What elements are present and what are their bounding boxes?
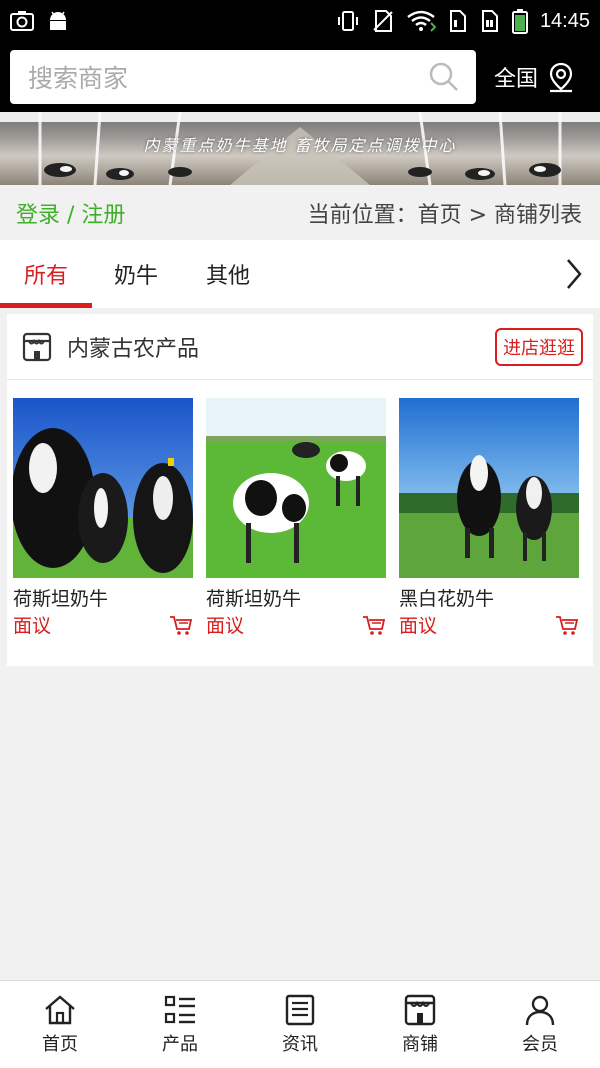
region-label: 全国: [494, 67, 539, 92]
bottom-nav: 首页 产品 资讯 商铺 会员: [0, 980, 600, 1068]
nav-label: 商铺: [402, 1033, 438, 1055]
product-card[interactable]: 荷斯坦奶牛 面议: [206, 398, 386, 638]
nav-stores[interactable]: 商铺: [360, 981, 480, 1068]
product-name: 荷斯坦奶牛: [206, 588, 302, 610]
login-register-link[interactable]: 登录 / 注册: [16, 197, 125, 229]
nav-label: 资讯: [282, 1033, 318, 1055]
store-icon: [404, 994, 436, 1025]
nav-home[interactable]: 首页: [0, 981, 120, 1068]
category-tabs: 所有 奶牛 其他: [0, 240, 600, 308]
wifi-icon: [407, 10, 436, 32]
user-icon: [525, 995, 555, 1025]
location-pin-icon: [549, 62, 573, 93]
tab-all[interactable]: 所有: [0, 240, 92, 308]
store-card: 内蒙古农产品 进店逛逛 荷斯坦奶牛 面议 荷斯坦奶牛 面议 黑白花奶牛 面议: [7, 314, 593, 666]
search-icon[interactable]: [428, 61, 460, 93]
breadcrumb: 当前位置：首页 > 商铺列表: [307, 202, 582, 228]
product-price: 面议: [13, 615, 52, 637]
tab-dairy-cow[interactable]: 奶牛: [92, 240, 180, 308]
store-icon: [22, 332, 52, 361]
product-footer: 面议: [206, 611, 386, 638]
nav-products[interactable]: 产品: [120, 981, 240, 1068]
product-footer: 面议: [399, 611, 579, 638]
product-name: 黑白花奶牛: [399, 588, 495, 610]
breadcrumb-bar: 登录 / 注册 当前位置：首页 > 商铺列表: [0, 185, 600, 240]
tabs-more-button[interactable]: [548, 240, 600, 308]
no-sim-icon: [373, 10, 393, 32]
nav-label: 首页: [42, 1033, 78, 1055]
enter-store-button[interactable]: 进店逛逛: [495, 327, 583, 366]
product-name: 荷斯坦奶牛: [13, 588, 109, 610]
chevron-right-icon: [567, 259, 582, 289]
camera-icon: [10, 11, 34, 31]
news-icon: [285, 994, 315, 1025]
promo-banner[interactable]: 内蒙重点奶牛基地 畜牧局定点调拨中心: [0, 112, 600, 185]
product-footer: 面议: [13, 611, 193, 638]
search-input[interactable]: 搜索商家: [10, 50, 476, 104]
search-placeholder: 搜索商家: [28, 64, 129, 93]
nav-label: 会员: [522, 1033, 558, 1055]
cart-icon[interactable]: [362, 614, 386, 636]
cart-icon[interactable]: [555, 614, 579, 636]
cart-icon[interactable]: [169, 614, 193, 636]
product-image[interactable]: [399, 398, 579, 578]
product-image[interactable]: [206, 398, 386, 578]
product-card[interactable]: 荷斯坦奶牛 面议: [13, 398, 193, 638]
clock: 14:45: [539, 9, 590, 32]
home-icon: [45, 994, 75, 1024]
tab-label: 所有: [23, 264, 68, 289]
tab-other[interactable]: 其他: [180, 240, 276, 308]
store-header: 内蒙古农产品 进店逛逛: [7, 314, 593, 380]
product-list: 荷斯坦奶牛 面议 荷斯坦奶牛 面议 黑白花奶牛 面议: [7, 380, 593, 638]
status-left: [10, 10, 70, 32]
list-icon: [164, 995, 195, 1023]
vibrate-icon: [337, 11, 358, 31]
tab-label: 奶牛: [113, 264, 158, 289]
nav-member[interactable]: 会员: [480, 981, 600, 1068]
android-icon: [50, 11, 66, 30]
sim1-icon: [449, 10, 466, 32]
app-header: 搜索商家 全国: [0, 42, 600, 112]
product-image[interactable]: [13, 398, 193, 578]
tab-label: 其他: [205, 264, 250, 289]
store-name[interactable]: 内蒙古农产品: [67, 331, 199, 363]
sim2-icon: [481, 10, 498, 32]
status-right: 14:45: [336, 8, 590, 34]
nav-news[interactable]: 资讯: [240, 981, 360, 1068]
battery-icon: [511, 9, 528, 34]
product-card[interactable]: 黑白花奶牛 面议: [399, 398, 579, 638]
nav-label: 产品: [162, 1033, 198, 1055]
product-price: 面议: [206, 615, 245, 637]
region-selector[interactable]: 全国: [494, 61, 576, 93]
product-price: 面议: [399, 615, 438, 637]
status-bar: 14:45: [0, 0, 600, 42]
banner-caption: 内蒙重点奶牛基地 畜牧局定点调拨中心: [143, 136, 457, 155]
